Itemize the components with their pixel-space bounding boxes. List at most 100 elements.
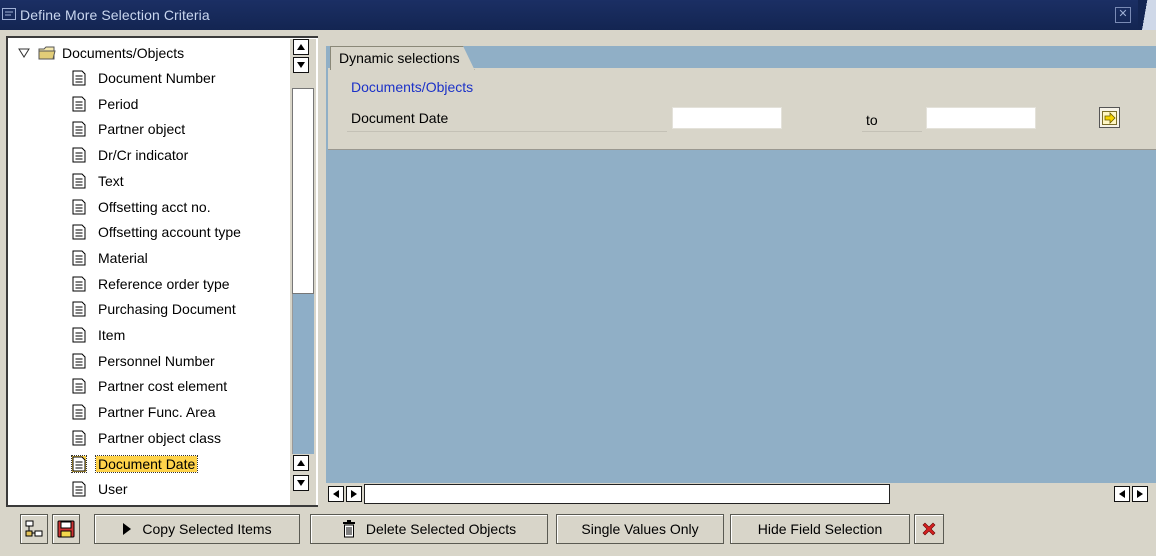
document-icon [72, 481, 86, 497]
document-icon [72, 276, 86, 292]
field-underline [347, 131, 667, 132]
tab-dynamic-selections[interactable]: Dynamic selections [330, 46, 475, 70]
tree-item-label: Partner Func. Area [98, 404, 216, 420]
to-underline [862, 131, 922, 132]
arrow-left-icon [333, 490, 339, 498]
document-date-from-input[interactable] [672, 107, 782, 129]
section-title: Documents/Objects [351, 79, 474, 95]
content-scroll-left-button[interactable] [328, 486, 344, 502]
field-tree[interactable]: Documents/Objects Document Number Period P… [6, 36, 318, 507]
copy-selected-items-button[interactable]: Copy Selected Items [94, 514, 300, 544]
collapse-triangle-icon[interactable] [18, 47, 30, 59]
copy-selected-items-label: Copy Selected Items [142, 521, 272, 537]
title-bar-corner [1138, 0, 1156, 30]
document-icon [72, 70, 86, 86]
window-icon [2, 8, 16, 20]
tree-item-label: Partner object [98, 121, 186, 137]
trash-icon [342, 520, 355, 538]
tree-item[interactable]: Offsetting account type [72, 221, 241, 243]
document-date-to-input[interactable] [926, 107, 1036, 129]
delete-selected-objects-label: Delete Selected Objects [365, 521, 517, 537]
delete-selected-objects-button[interactable]: Delete Selected Objects [310, 514, 548, 544]
arrow-up-icon [297, 44, 305, 50]
tree-item-label: Period [98, 96, 139, 112]
tree-item-label: Partner object class [98, 430, 221, 446]
tree-item-label: Document Date [94, 455, 199, 473]
tree-page-up-button[interactable] [293, 455, 309, 471]
tab-label: Dynamic selections [339, 50, 460, 66]
document-icon [72, 301, 86, 317]
tree-item[interactable]: Text [72, 170, 124, 192]
tree-item[interactable]: Offsetting acct no. [72, 196, 211, 218]
document-icon [72, 404, 86, 420]
single-values-only-button[interactable]: Single Values Only [556, 514, 724, 544]
document-icon [72, 430, 86, 446]
save-button[interactable] [52, 514, 80, 544]
tree-item-label: Document Number [98, 70, 216, 86]
arrow-right-icon [1137, 490, 1143, 498]
content-scroll-left-button-2[interactable] [1114, 486, 1130, 502]
tree-item[interactable]: Partner cost element [72, 375, 227, 397]
tree-structure-button[interactable] [20, 514, 48, 544]
tree-item-label: Offsetting acct no. [98, 199, 211, 215]
tree-item[interactable]: Period [72, 93, 138, 115]
hide-field-selection-button[interactable]: Hide Field Selection [730, 514, 910, 544]
tree-item[interactable]: Purchasing Document [72, 298, 236, 320]
tree-item[interactable]: Document Number [72, 67, 216, 89]
content-scroll-right-button[interactable] [346, 486, 362, 502]
tree-item-label: Purchasing Document [98, 301, 236, 317]
document-icon [72, 147, 86, 163]
document-icon [71, 455, 87, 473]
content-scroll-right-button-2[interactable] [1132, 486, 1148, 502]
cancel-x-icon [922, 522, 936, 536]
tree-item[interactable]: Partner object [72, 118, 185, 140]
tree-item-label: Material [98, 250, 148, 266]
close-icon: ✕ [1118, 8, 1128, 20]
document-icon [72, 173, 86, 189]
tree-item[interactable]: Item [72, 324, 125, 346]
tree-item[interactable]: User [72, 478, 128, 500]
tree-scroll-thumb[interactable] [292, 88, 314, 294]
document-icon [72, 121, 86, 137]
tree-scroll-down-button[interactable] [293, 475, 309, 491]
tree-item-label: User [98, 481, 128, 497]
tree-root-label: Documents/Objects [62, 45, 185, 61]
arrow-down-icon [297, 62, 305, 68]
tree-page-down-button[interactable] [293, 57, 309, 73]
field-label-document-date: Document Date [351, 110, 449, 126]
hide-field-selection-label: Hide Field Selection [757, 521, 883, 537]
arrow-right-icon [351, 490, 357, 498]
title-bar: Define More Selection Criteria ✕ [0, 0, 1156, 30]
close-window-button[interactable]: ✕ [1115, 7, 1131, 23]
arrow-up-icon [297, 460, 305, 466]
document-icon [72, 199, 86, 215]
tree-item[interactable]: Material [72, 247, 148, 269]
save-icon [57, 520, 75, 538]
tree-item-label: Dr/Cr indicator [98, 147, 189, 163]
arrow-left-icon [1119, 490, 1125, 498]
arrow-right-icon [1102, 110, 1117, 125]
tree-item[interactable]: Personnel Number [72, 350, 215, 372]
document-icon [72, 96, 86, 112]
tree-root-node[interactable]: Documents/Objects [18, 42, 184, 64]
tree-scroll-up-button[interactable] [293, 39, 309, 55]
tree-item-label: Reference order type [98, 276, 230, 292]
tree-item-label: Text [98, 173, 124, 189]
multiple-selection-button[interactable] [1099, 107, 1120, 128]
tree-item-label: Offsetting account type [98, 224, 241, 240]
document-icon [72, 250, 86, 266]
single-values-only-label: Single Values Only [581, 521, 699, 537]
tree-item-label: Partner cost element [98, 378, 228, 394]
document-icon [72, 327, 86, 343]
cancel-button[interactable] [914, 514, 944, 544]
tree-item[interactable]: Partner Func. Area [72, 401, 216, 423]
tree-scroll-track[interactable] [292, 294, 314, 454]
content-horizontal-scroll-thumb[interactable] [364, 484, 890, 504]
tree-item[interactable]: Dr/Cr indicator [72, 144, 188, 166]
document-icon [72, 224, 86, 240]
tree-item[interactable]: Document Date [71, 453, 199, 475]
folder-icon [38, 46, 56, 60]
tree-item[interactable]: Partner object class [72, 427, 221, 449]
tree-item[interactable]: Reference order type [72, 273, 230, 295]
play-icon [123, 523, 132, 535]
